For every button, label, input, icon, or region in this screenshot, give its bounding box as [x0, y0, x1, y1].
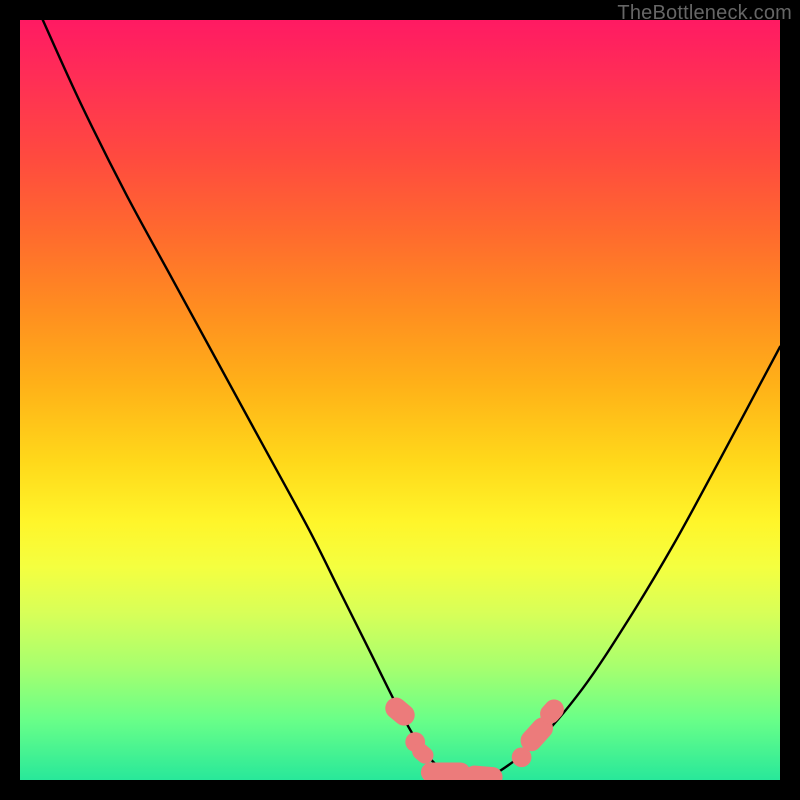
chart-svg [20, 20, 780, 780]
marker-l1 [381, 693, 419, 730]
marker-group [381, 693, 568, 780]
marker-b2 [464, 765, 504, 780]
watermark-text: TheBottleneck.com [617, 2, 792, 25]
marker-b1 [421, 763, 470, 780]
chart-frame: TheBottleneck.com [0, 0, 800, 800]
plot-area [20, 20, 780, 780]
bottleneck-curve [43, 20, 780, 780]
